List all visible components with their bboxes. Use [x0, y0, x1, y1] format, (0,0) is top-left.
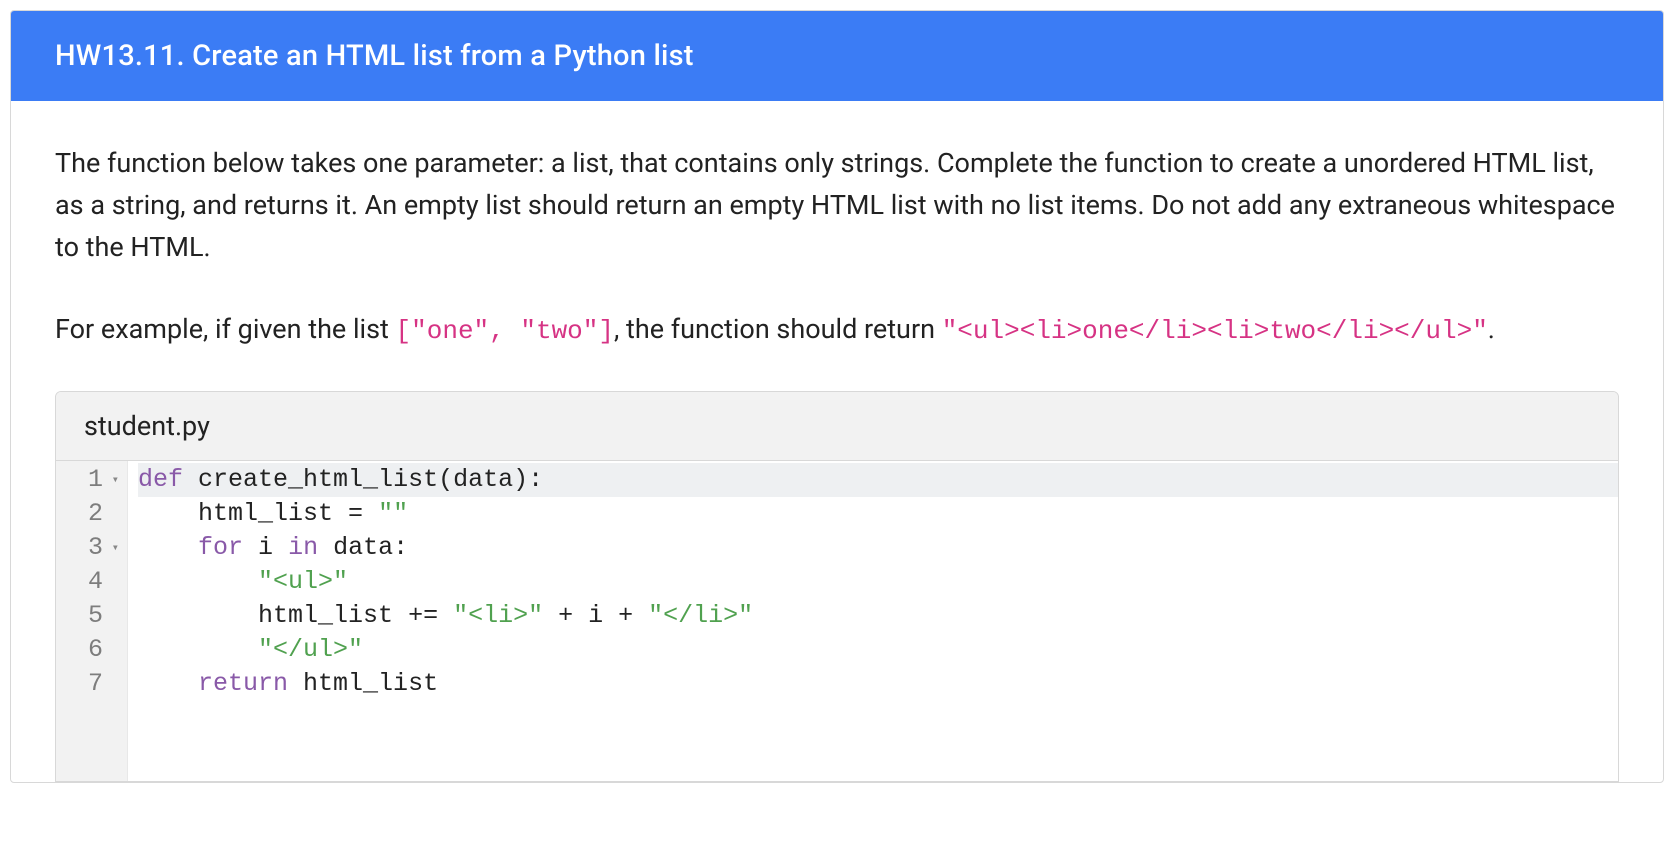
line-number: 3▾ [56, 531, 127, 565]
code-editor: student.py 1▾ 2 3▾ 4 5 6 7 def create_ht… [55, 391, 1619, 782]
prompt-prefix: For example, if given the list [55, 313, 396, 345]
fold-icon[interactable]: ▾ [107, 540, 119, 556]
prompt-paragraph-1: The function below takes one parameter: … [55, 143, 1619, 269]
code-line[interactable]: html_list += "<li>" + i + "</li>" [138, 599, 1618, 633]
line-number: 7 [56, 667, 127, 701]
code-line[interactable]: def create_html_list(data): [138, 463, 1618, 497]
prompt-paragraph-2: For example, if given the list ["one", "… [55, 309, 1619, 351]
line-number: 6 [56, 633, 127, 667]
example-input-code: ["one", "two"] [396, 316, 614, 346]
line-number-gutter: 1▾ 2 3▾ 4 5 6 7 [56, 461, 128, 781]
prompt-text-1: The function below takes one parameter: … [55, 147, 1615, 263]
fold-icon[interactable]: ▾ [107, 472, 119, 488]
question-card: HW13.11. Create an HTML list from a Pyth… [10, 10, 1664, 783]
editor-area[interactable]: 1▾ 2 3▾ 4 5 6 7 def create_html_list(dat… [56, 461, 1618, 781]
code-line[interactable]: return html_list [138, 667, 1618, 701]
editor-filename-tab[interactable]: student.py [56, 392, 1618, 461]
question-header: HW13.11. Create an HTML list from a Pyth… [11, 11, 1663, 101]
prompt-suffix: . [1488, 313, 1495, 345]
line-number: 5 [56, 599, 127, 633]
question-body: The function below takes one parameter: … [11, 101, 1663, 782]
editor-filename: student.py [84, 410, 210, 442]
line-number: 4 [56, 565, 127, 599]
prompt-mid: , the function should return [614, 313, 942, 345]
question-title: HW13.11. Create an HTML list from a Pyth… [55, 39, 694, 73]
code-line[interactable]: "</ul>" [138, 633, 1618, 667]
line-number: 1▾ [56, 463, 127, 497]
line-number: 2 [56, 497, 127, 531]
code-line[interactable]: "<ul>" [138, 565, 1618, 599]
example-output-code: "<ul><li>one</li><li>two</li></ul>" [942, 316, 1488, 346]
code-line[interactable]: html_list = "" [138, 497, 1618, 531]
code-line[interactable]: for i in data: [138, 531, 1618, 565]
code-content[interactable]: def create_html_list(data): html_list = … [128, 461, 1618, 781]
